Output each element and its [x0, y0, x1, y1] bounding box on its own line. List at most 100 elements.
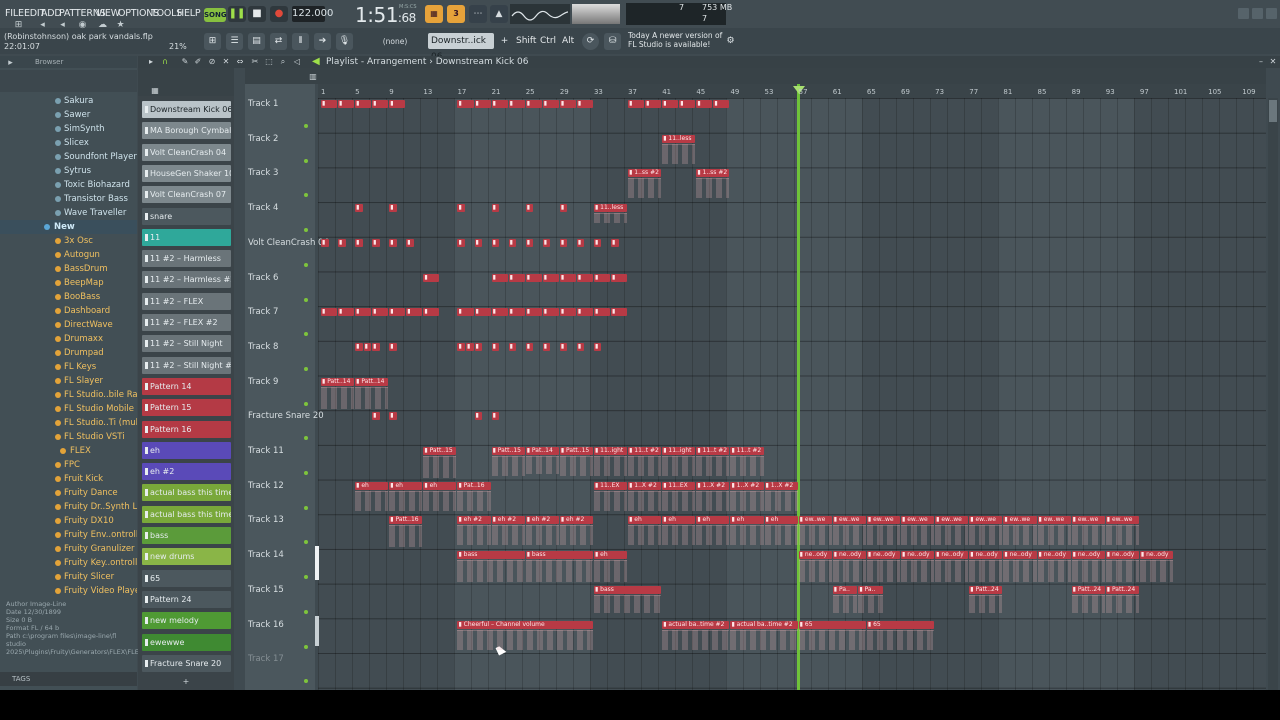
playlist-clip[interactable]: ▮: [576, 308, 593, 317]
browser-item[interactable]: FL Studio..Ti (multi): [0, 416, 137, 430]
playlist-clip[interactable]: ▮ Pat..14: [525, 447, 559, 455]
browser-item[interactable]: Fruity Granulizer: [0, 542, 137, 556]
playlist-clip[interactable]: ▮ ne..ody: [1037, 551, 1071, 560]
playlist-clip[interactable]: ▮ Patt..14: [355, 377, 389, 386]
track-enable-led[interactable]: [304, 471, 308, 475]
playlist-clip[interactable]: ▮ Patt..24: [1105, 585, 1139, 594]
playlist-clip[interactable]: ▮ eh: [355, 481, 389, 490]
channel-rack-icon[interactable]: ⇄: [270, 33, 287, 50]
wait-for-input-icon[interactable]: ⋯: [469, 5, 487, 23]
settings-icon[interactable]: ⟳: [582, 33, 599, 50]
playlist-clip[interactable]: ▮: [389, 342, 397, 351]
menu-view[interactable]: VIEW: [96, 8, 120, 19]
playlist-clip[interactable]: ▮: [389, 238, 397, 247]
playlist-clip[interactable]: ▮ eh: [389, 481, 423, 490]
track-enable-led[interactable]: [304, 401, 308, 406]
playlist-clip[interactable]: ▮ Patt..15: [423, 447, 457, 455]
track-enable-led[interactable]: [304, 262, 308, 267]
playlist-clip[interactable]: ▮ ne..ody: [798, 551, 832, 560]
playlist-clip[interactable]: ▮: [559, 273, 576, 282]
playlist-clip[interactable]: ▮: [457, 342, 465, 351]
countdown-icon[interactable]: 3: [447, 5, 465, 23]
browser-collapse-icon[interactable]: ⊞: [12, 19, 25, 32]
playlist-clip[interactable]: ▮: [355, 238, 363, 247]
browser-item[interactable]: Drumaxx: [0, 332, 137, 346]
ctrl-key[interactable]: Ctrl: [540, 36, 556, 46]
browser-back-icon[interactable]: ◂: [36, 19, 49, 32]
playlist-clip[interactable]: ▮: [491, 204, 500, 213]
browser-item[interactable]: FLEX: [0, 444, 137, 458]
zoom-icon[interactable]: ⌕: [278, 57, 288, 67]
browser-item[interactable]: Soundfont Player: [0, 150, 137, 164]
playlist-clip[interactable]: ▮: [389, 412, 397, 421]
track-name[interactable]: Fracture Snare 20: [248, 411, 324, 421]
playlist-clip[interactable]: ▮: [491, 342, 500, 351]
browser-item[interactable]: DirectWave: [0, 318, 137, 332]
metronome-icon[interactable]: ▦: [425, 5, 443, 23]
playlist-clip[interactable]: ▮: [491, 273, 508, 282]
playlist-clip[interactable]: ▮: [457, 308, 474, 317]
track-volume-bar[interactable]: [315, 546, 319, 581]
playlist-clip[interactable]: ▮: [372, 100, 389, 108]
pattern-item[interactable]: Pattern 15: [142, 399, 231, 417]
playlist-clip[interactable]: ▮: [576, 238, 585, 247]
playlist-clip[interactable]: ▮: [525, 100, 542, 108]
maximize-icon[interactable]: [1252, 8, 1263, 19]
playlist-clip[interactable]: ▮ Patt..24: [969, 585, 1003, 594]
pattern-item[interactable]: Volt CleanCrash 04: [142, 143, 231, 161]
playlist-clip[interactable]: ▮: [321, 100, 338, 108]
playlist-clip[interactable]: ▮ bass: [525, 551, 593, 560]
playlist-clip[interactable]: ▮: [466, 342, 474, 351]
pattern-item[interactable]: Pattern 16: [142, 420, 231, 438]
pattern-item[interactable]: actual bass this time #2: [142, 505, 231, 523]
browser-item[interactable]: FL Studio Mobile: [0, 402, 137, 416]
playlist-clip[interactable]: ▮ eh: [696, 516, 730, 525]
playlist-clip[interactable]: ▮: [628, 100, 645, 108]
playlist-clip[interactable]: ▮: [542, 273, 559, 282]
playlist-clip[interactable]: ▮: [355, 342, 363, 351]
playlist-clip[interactable]: ▮ 1..X #2: [628, 481, 662, 490]
pattern-item[interactable]: 65: [142, 569, 231, 587]
browser-item[interactable]: Autogun: [0, 248, 137, 262]
playlist-clip[interactable]: ▮ ew..we: [1105, 516, 1139, 525]
pattern-item[interactable]: 11 #2 – Harmless: [142, 250, 231, 268]
browser-item[interactable]: Slicex: [0, 136, 137, 150]
playlist-clip[interactable]: ▮: [696, 100, 713, 108]
playlist-clip[interactable]: ▮: [508, 308, 525, 317]
playlist-clip[interactable]: ▮: [508, 100, 525, 108]
track-name[interactable]: Track 9: [248, 377, 278, 387]
playlist-clip[interactable]: ▮: [491, 308, 508, 317]
playlist-clip[interactable]: ▮: [559, 308, 576, 317]
playlist-clip[interactable]: ▮: [491, 100, 508, 108]
browser-item[interactable]: Fruity Dance: [0, 486, 137, 500]
playlist-clip[interactable]: ▮: [679, 100, 696, 108]
playlist-clip[interactable]: ▮ ne..ody: [901, 551, 935, 560]
playlist-clip[interactable]: ▮: [389, 204, 397, 213]
browser-item[interactable]: FL Slayer: [0, 374, 137, 388]
browser-cloud-icon[interactable]: ☁: [96, 19, 109, 32]
playlist-clip[interactable]: ▮: [559, 238, 568, 247]
browser-item[interactable]: FL Keys: [0, 360, 137, 374]
browser-item[interactable]: Fruity Env..ontroller: [0, 528, 137, 542]
playlist-clip[interactable]: ▮: [593, 238, 602, 247]
pattern-item[interactable]: 11 #2 – FLEX: [142, 292, 231, 310]
playlist-clip[interactable]: ▮ 11..EX: [662, 481, 696, 490]
browser-item[interactable]: Wave Traveller: [0, 206, 137, 220]
browser-item[interactable]: 3x Osc: [0, 234, 137, 248]
pattern-item[interactable]: snare: [142, 207, 231, 225]
playlist-clip[interactable]: ▮: [372, 238, 380, 247]
playlist-clip[interactable]: ▮: [593, 308, 610, 317]
playlist-clip[interactable]: ▮ 11..t #2: [696, 447, 730, 455]
playlist-clip[interactable]: ▮: [713, 100, 730, 108]
pattern-item[interactable]: eh #2: [142, 463, 231, 481]
snap-icon[interactable]: ⊞: [204, 33, 221, 50]
shop-icon[interactable]: ⛁: [604, 33, 621, 50]
browser-star-icon[interactable]: ★: [114, 19, 127, 32]
playlist-clip[interactable]: ▮ 11..less: [593, 204, 628, 213]
playlist-clip[interactable]: ▮ eh: [662, 516, 696, 525]
playlist-clip[interactable]: ▮ 1..ss #2: [628, 169, 662, 178]
track-enable-led[interactable]: [304, 124, 308, 128]
slice-icon[interactable]: ✂: [250, 57, 260, 67]
delete-icon[interactable]: ⊘: [207, 57, 217, 67]
playlist-clip[interactable]: ▮ 11..EX: [593, 481, 628, 490]
